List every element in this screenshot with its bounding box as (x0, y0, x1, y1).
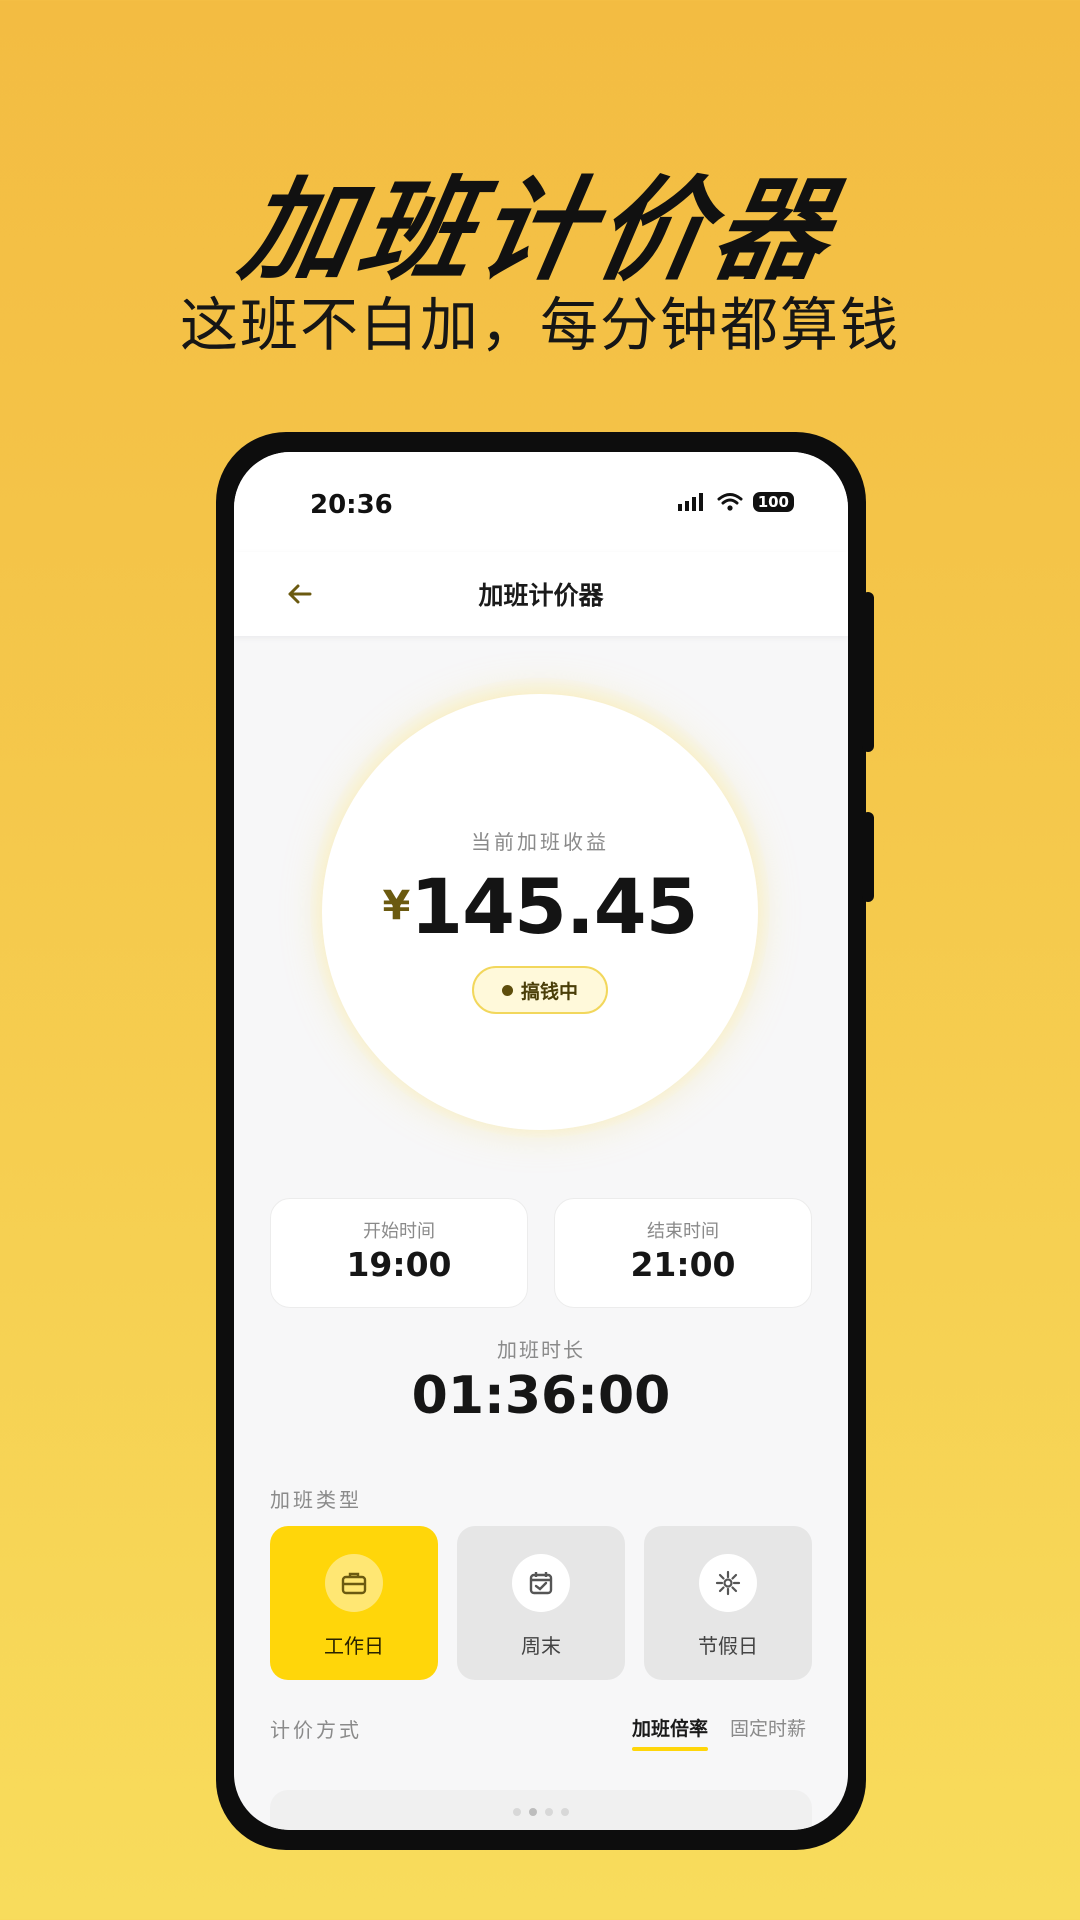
duration-value: 01:36:00 (411, 1366, 671, 1426)
tab-fixed-hourly[interactable]: 固定时薪 (730, 1714, 806, 1741)
page-dot (513, 1808, 521, 1816)
volume-button (862, 592, 874, 752)
tab-overtime-rate[interactable]: 加班倍率 (632, 1714, 709, 1751)
end-time-value: 21:00 (630, 1245, 736, 1284)
status-icons: 100 (677, 492, 794, 512)
status-text: 搞钱中 (520, 980, 578, 1003)
earnings-amount: ¥145.45 (322, 862, 758, 951)
wifi-icon (717, 493, 743, 511)
start-time-value: 19:00 (346, 1245, 452, 1284)
sparkle-icon (699, 1554, 757, 1612)
end-time-label: 结束时间 (647, 1221, 719, 1242)
type-option-label: 周末 (521, 1634, 561, 1658)
type-option-label: 节假日 (698, 1634, 758, 1658)
page-dot (545, 1808, 553, 1816)
type-option-holiday[interactable]: 节假日 (644, 1526, 812, 1680)
overtime-type-label: 加班类型 (270, 1488, 362, 1512)
app-screen: 20:36 100 加班计价器 当前加班收益 ¥145.45 搞钱中 开始时间 … (234, 452, 848, 1830)
page-title: 加班计价器 (478, 581, 604, 610)
end-time-card[interactable]: 结束时间 21:00 (554, 1198, 812, 1308)
calendar-check-icon (512, 1554, 570, 1612)
type-option-label: 工作日 (324, 1634, 384, 1658)
page-dot (561, 1808, 569, 1816)
signal-icon (677, 493, 703, 511)
status-badge: 搞钱中 (472, 966, 608, 1014)
status-time: 20:36 (310, 490, 393, 520)
earnings-circle: 当前加班收益 ¥145.45 搞钱中 (322, 694, 758, 1130)
phone-frame: 20:36 100 加班计价器 当前加班收益 ¥145.45 搞钱中 开始时间 … (216, 432, 874, 1850)
promo-subtitle: 这班不白加，每分钟都算钱 (179, 291, 900, 359)
briefcase-icon (325, 1554, 383, 1612)
earnings-label: 当前加班收益 (471, 830, 609, 854)
start-time-label: 开始时间 (363, 1221, 435, 1242)
currency-symbol: ¥ (382, 883, 411, 929)
type-option-workday[interactable]: 工作日 (270, 1526, 438, 1680)
type-option-weekend[interactable]: 周末 (457, 1526, 625, 1680)
start-time-card[interactable]: 开始时间 19:00 (270, 1198, 528, 1308)
status-dot-icon (501, 984, 513, 996)
status-bar: 20:36 100 (234, 452, 848, 552)
battery-icon: 100 (752, 492, 794, 512)
page-dot (529, 1808, 537, 1816)
pricing-label: 计价方式 (270, 1718, 362, 1742)
power-button (862, 812, 874, 902)
earnings-value: 145.45 (410, 862, 698, 951)
duration-label: 加班时长 (497, 1338, 585, 1362)
page-indicator (234, 1808, 848, 1816)
nav-bar: 加班计价器 (234, 552, 848, 636)
